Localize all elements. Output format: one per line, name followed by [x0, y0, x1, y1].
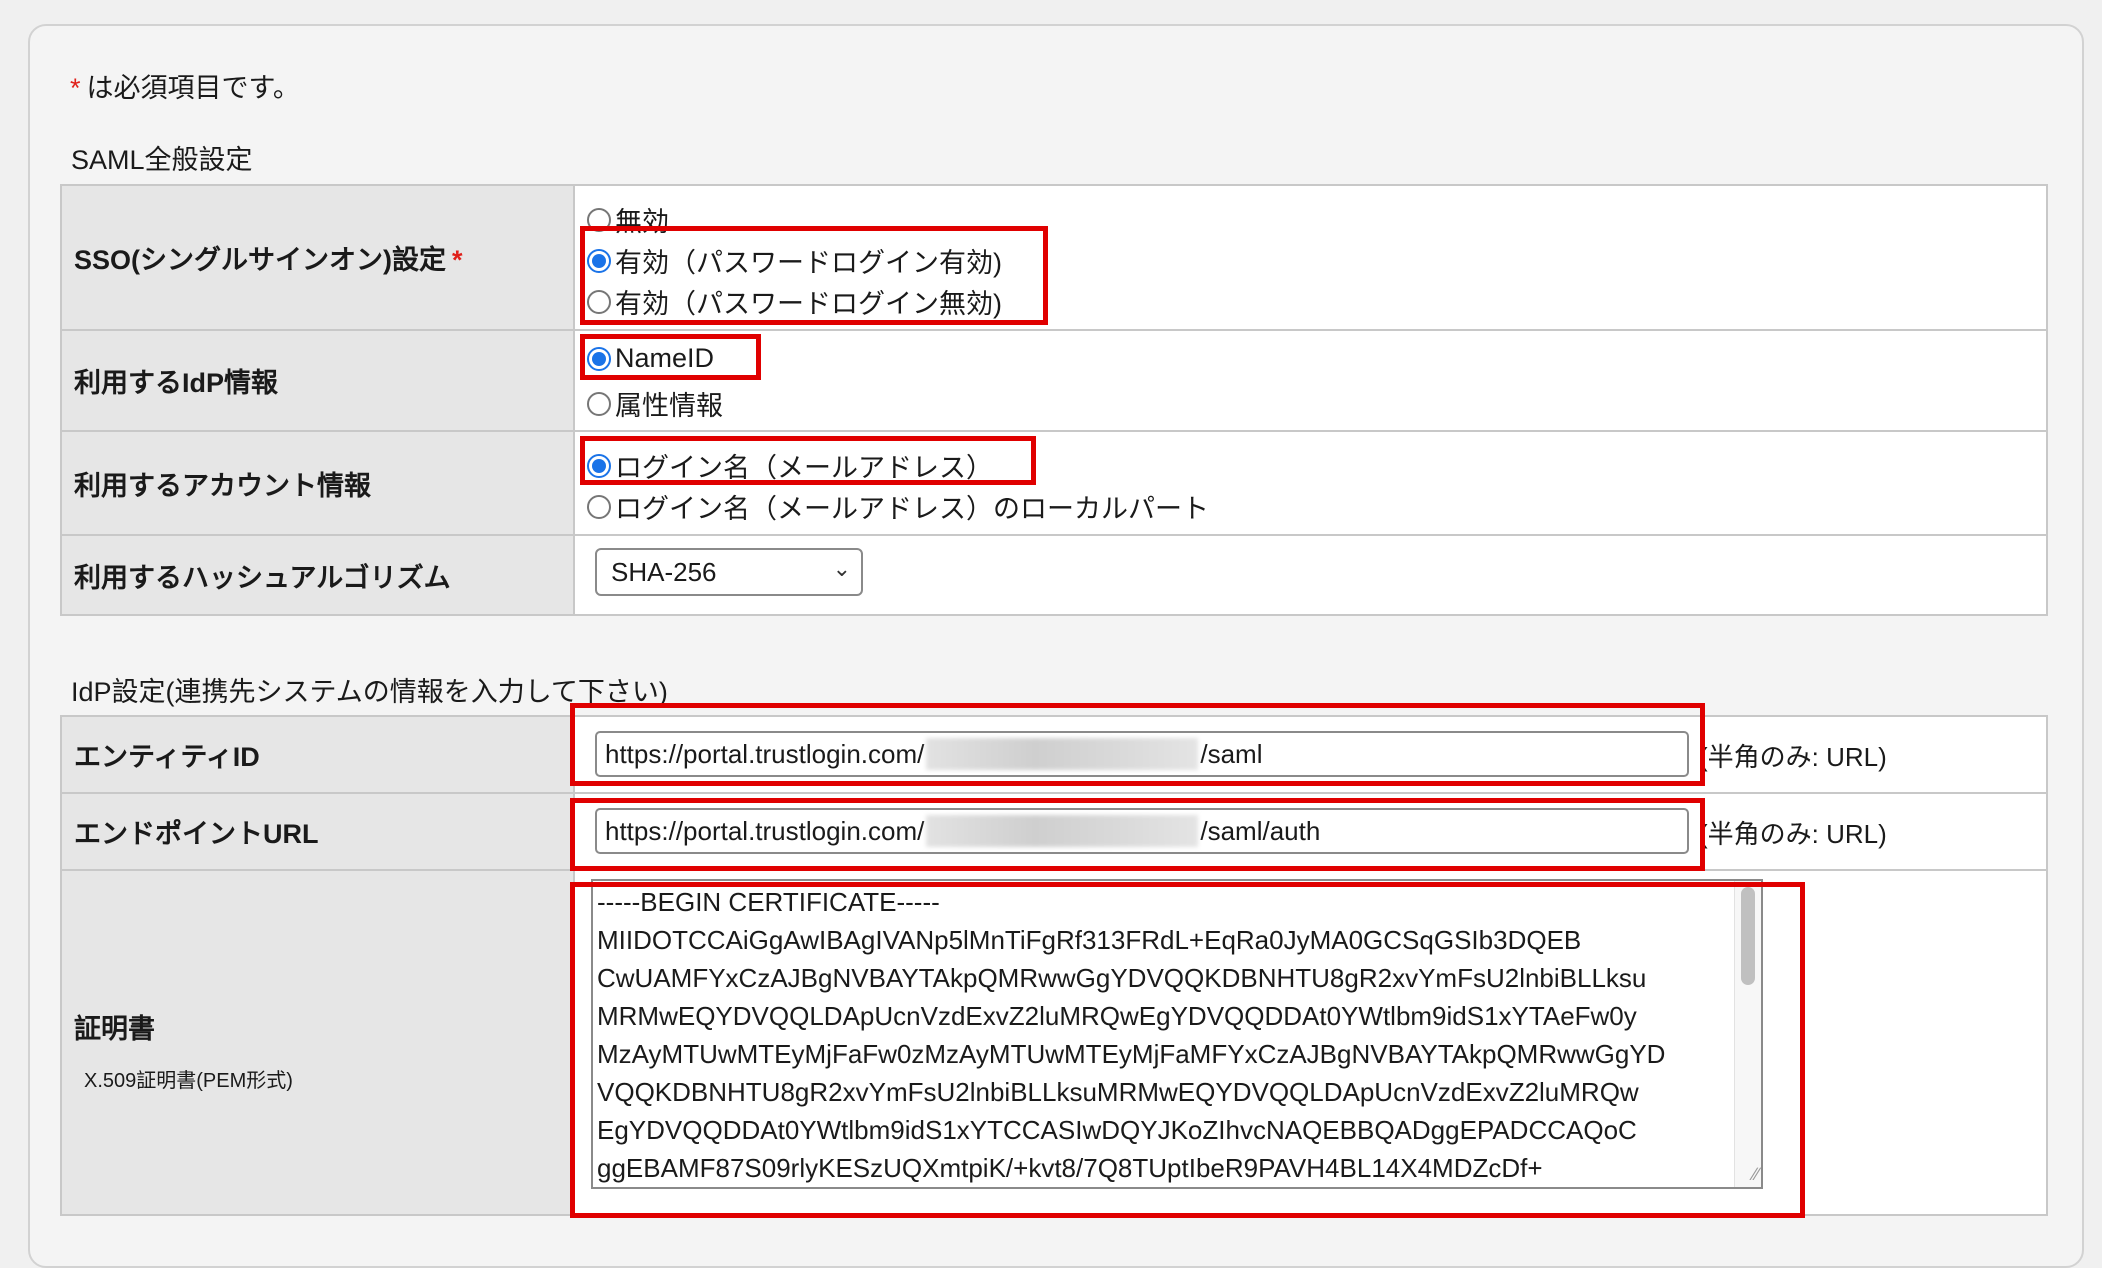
- certificate-sublabel: X.509証明書(PEM形式): [84, 1070, 293, 1092]
- account-info-row: 利用するアカウント情報 ログイン名（メールアドレス） ログイン名（メールアドレス…: [60, 430, 2048, 536]
- sso-option-enabled-no-password[interactable]: 有効（パスワードログイン無効): [587, 282, 1002, 321]
- account-option-local-part[interactable]: ログイン名（メールアドレス）のローカルパート: [587, 487, 1209, 526]
- idp-info-row: 利用するIdP情報 NameID 属性情報: [60, 329, 2048, 432]
- hash-select[interactable]: SHA-256 ⌄: [595, 548, 863, 596]
- idp-info-label: 利用するIdP情報: [60, 329, 575, 432]
- radio-icon[interactable]: [587, 207, 611, 232]
- account-info-options: ログイン名（メールアドレス） ログイン名（メールアドレス）のローカルパート: [573, 430, 2048, 536]
- radio-icon[interactable]: [587, 391, 611, 416]
- certificate-text: -----BEGIN CERTIFICATE----- MIIDOTCCAiGg…: [597, 887, 1666, 1183]
- radio-selected-icon[interactable]: [587, 453, 611, 478]
- resize-handle-icon[interactable]: ∕∕: [1753, 1164, 1759, 1185]
- scrollbar-thumb[interactable]: [1741, 887, 1755, 985]
- account-info-label: 利用するアカウント情報: [60, 430, 575, 536]
- entity-id-hint: (半角のみ: URL): [1699, 742, 1887, 772]
- certificate-row: 証明書 X.509証明書(PEM形式) -----BEGIN CERTIFICA…: [60, 869, 2048, 1216]
- idp-option-nameid[interactable]: NameID: [587, 343, 714, 374]
- redacted-segment: [926, 815, 1199, 847]
- idp-settings-table: エンティティID https://portal.trustlogin.com//…: [60, 715, 2048, 1216]
- idp-info-options: NameID 属性情報: [573, 329, 2048, 432]
- sso-option-enabled-password[interactable]: 有効（パスワードログイン有効): [587, 241, 1002, 280]
- hash-cell: SHA-256 ⌄: [573, 534, 2048, 616]
- redacted-segment: [926, 738, 1199, 770]
- certificate-label: 証明書 X.509証明書(PEM形式): [60, 869, 575, 1216]
- account-option-login-name[interactable]: ログイン名（メールアドレス）: [587, 446, 993, 485]
- saml-general-table: SSO(シングルサインオン)設定 * 無効 有効（パスワードログイン有効) 有効（…: [60, 184, 2048, 616]
- radio-selected-icon[interactable]: [587, 248, 611, 273]
- entity-id-row: エンティティID https://portal.trustlogin.com//…: [60, 715, 2048, 794]
- hash-label: 利用するハッシュアルゴリズム: [60, 534, 575, 616]
- endpoint-cell: https://portal.trustlogin.com//saml/auth…: [573, 792, 2048, 871]
- scrollbar[interactable]: [1734, 881, 1761, 1187]
- sso-options: 無効 有効（パスワードログイン有効) 有効（パスワードログイン無効): [573, 184, 2048, 331]
- radio-icon[interactable]: [587, 289, 611, 314]
- idp-option-attribute[interactable]: 属性情報: [587, 384, 723, 423]
- endpoint-row: エンドポイントURL https://portal.trustlogin.com…: [60, 792, 2048, 871]
- required-note: * は必須項目です。: [70, 73, 300, 103]
- entity-id-label: エンティティID: [60, 715, 575, 794]
- hash-row: 利用するハッシュアルゴリズム SHA-256 ⌄: [60, 534, 2048, 616]
- radio-icon[interactable]: [587, 494, 611, 519]
- chevron-down-icon: ⌄: [832, 556, 851, 581]
- sso-row: SSO(シングルサインオン)設定 * 無効 有効（パスワードログイン有効) 有効（…: [60, 184, 2048, 331]
- entity-id-cell: https://portal.trustlogin.com//saml (半角の…: [573, 715, 2048, 794]
- entity-id-input[interactable]: https://portal.trustlogin.com//saml: [595, 731, 1689, 777]
- saml-section-title: SAML全般設定: [71, 145, 253, 175]
- certificate-cell: -----BEGIN CERTIFICATE----- MIIDOTCCAiGg…: [573, 869, 2048, 1216]
- idp-section-title: IdP設定(連携先システムの情報を入力して下さい): [71, 677, 668, 707]
- endpoint-hint: (半角のみ: URL): [1699, 819, 1887, 849]
- sso-option-disabled[interactable]: 無効: [587, 200, 669, 239]
- sso-label: SSO(シングルサインオン)設定 *: [60, 184, 575, 331]
- endpoint-label: エンドポイントURL: [60, 792, 575, 871]
- radio-selected-icon[interactable]: [587, 346, 611, 371]
- certificate-textarea[interactable]: -----BEGIN CERTIFICATE----- MIIDOTCCAiGg…: [591, 879, 1763, 1189]
- endpoint-input[interactable]: https://portal.trustlogin.com//saml/auth: [595, 808, 1689, 854]
